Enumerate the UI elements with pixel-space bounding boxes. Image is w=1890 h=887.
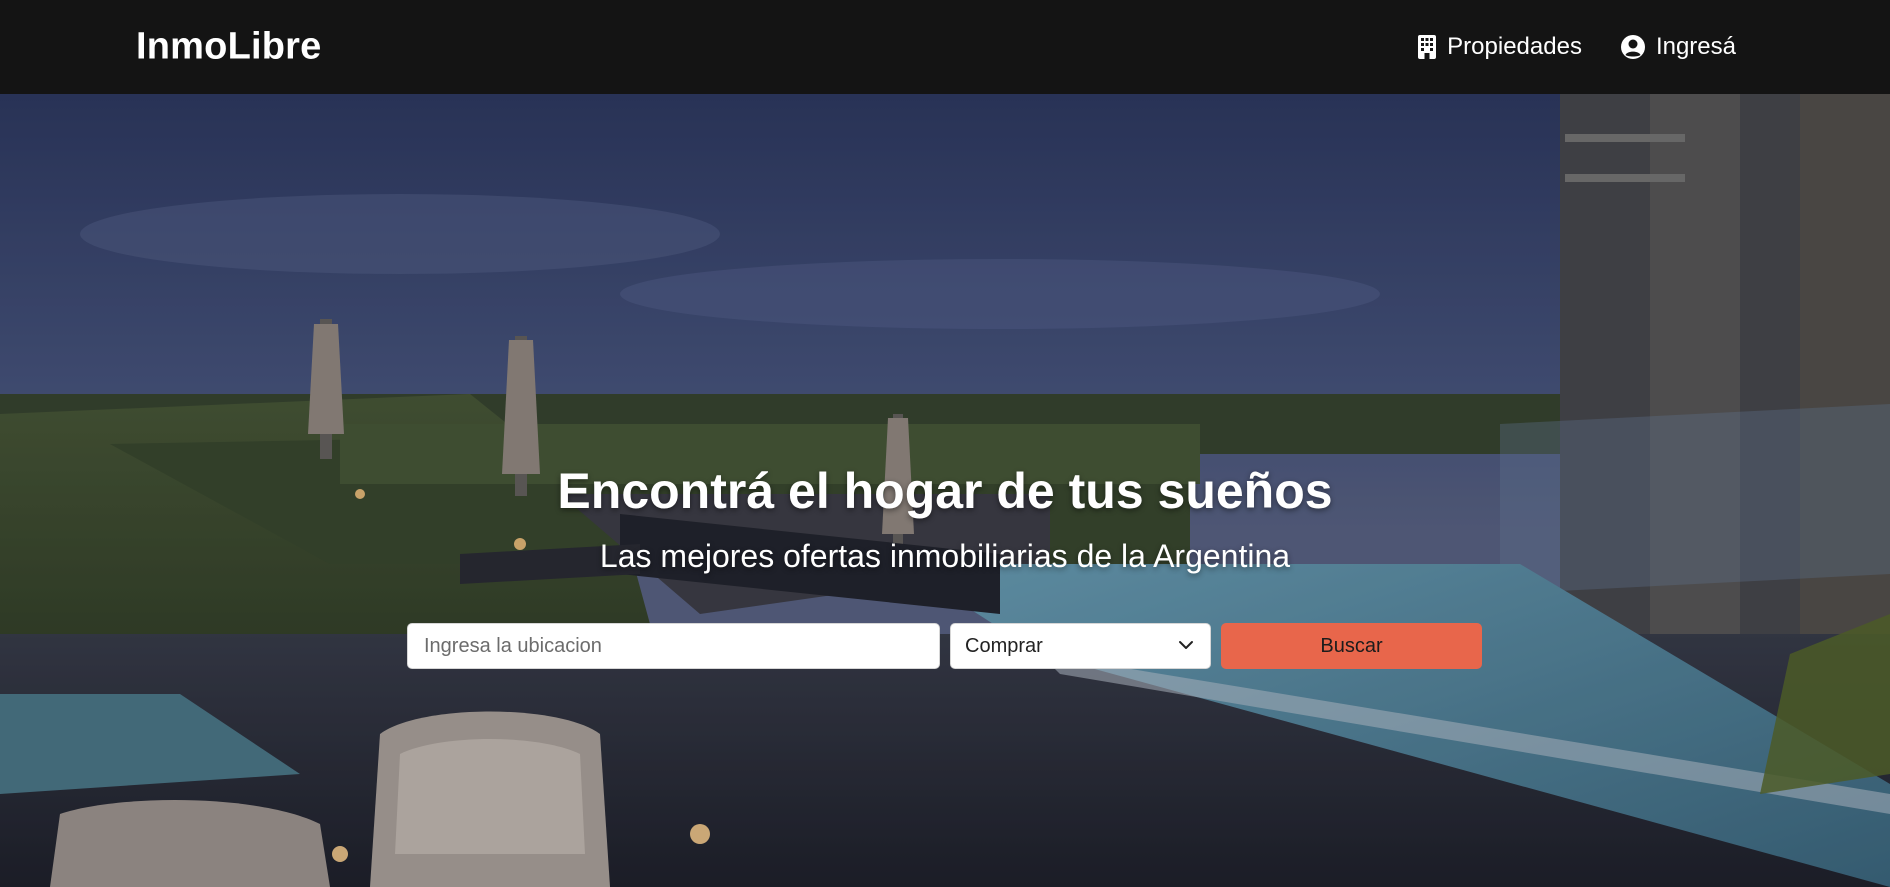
user-circle-icon: [1620, 34, 1646, 60]
hero-subtitle: Las mejores ofertas inmobiliarias de la …: [599, 538, 1291, 574]
location-input[interactable]: [407, 623, 940, 669]
search-button[interactable]: Buscar: [1221, 623, 1482, 669]
navbar: InmoLibre Propiedades Ingresá: [0, 0, 1890, 94]
hero-title: Encontrá el hogar de tus sueños: [557, 463, 1333, 519]
search-bar: Comprar Buscar: [407, 623, 1482, 669]
brand-logo[interactable]: InmoLibre: [136, 26, 321, 69]
building-icon: [1417, 34, 1437, 60]
hero-section: Encontrá el hogar de tus sueños Las mejo…: [0, 94, 1890, 887]
nav-link-propiedades-label: Propiedades: [1447, 33, 1582, 60]
operation-select[interactable]: Comprar: [950, 623, 1211, 669]
nav-link-ingresa-label: Ingresá: [1655, 33, 1736, 60]
nav-link-propiedades[interactable]: Propiedades: [1417, 33, 1582, 61]
nav-links: Propiedades Ingresá: [1417, 33, 1736, 61]
nav-link-ingresa[interactable]: Ingresá: [1620, 33, 1736, 61]
operation-select-value: Comprar: [965, 634, 1043, 657]
chevron-down-icon: [1178, 637, 1194, 655]
